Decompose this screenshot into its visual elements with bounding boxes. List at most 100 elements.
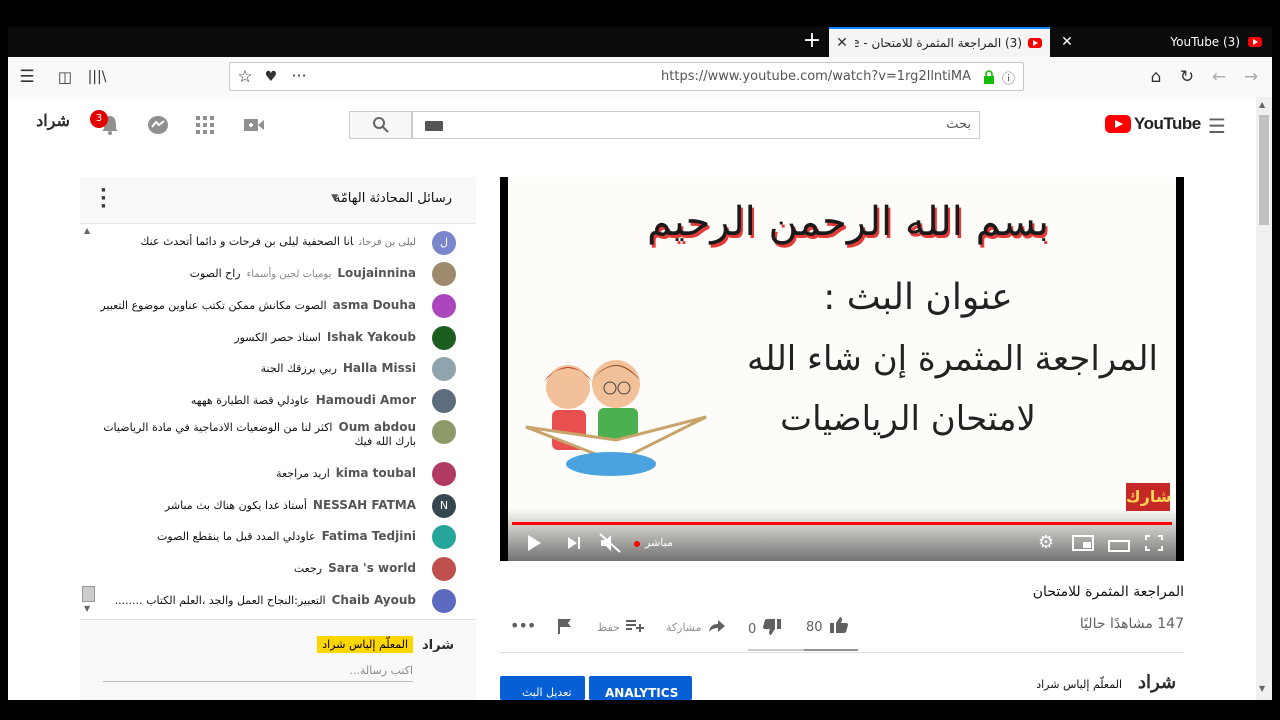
chat-author[interactable]: kima toubal: [336, 466, 416, 480]
create-video-icon[interactable]: [243, 116, 265, 138]
reload-icon[interactable]: ↻: [1176, 67, 1198, 87]
lock-icon[interactable]: [983, 69, 995, 84]
page-actions-icon[interactable]: ···: [288, 66, 310, 86]
channel-logo[interactable]: شراد: [1138, 672, 1176, 693]
youtube-logo[interactable]: YouTube: [1105, 114, 1201, 134]
share-button[interactable]: مشاركة: [666, 618, 726, 637]
analytics-button[interactable]: ANALYTICS: [589, 676, 692, 700]
info-icon[interactable]: ⓘ: [1002, 68, 1015, 87]
chat-author[interactable]: asma Douha: [333, 298, 416, 312]
slide-basmala: بسم الله الرحمن الرحيم: [646, 199, 1050, 245]
chat-avatar[interactable]: [432, 357, 456, 381]
chat-message[interactable]: Halla Missi ربي يرزقك الجنة: [96, 357, 456, 381]
chat-avatar[interactable]: [432, 262, 456, 286]
sidebar-icon[interactable]: ◫: [54, 67, 76, 87]
live-label[interactable]: مباشر: [645, 536, 673, 549]
chat-message[interactable]: asma Douha الصوت مكانش ممكن تكتب عناوين م…: [96, 294, 456, 318]
chat-message-input[interactable]: اكتب رسالة...: [103, 664, 413, 682]
chat-avatar[interactable]: [432, 589, 456, 613]
library-icon[interactable]: |||\: [86, 67, 108, 87]
chat-avatar[interactable]: ل: [432, 231, 456, 255]
chat-message[interactable]: kima toubal اريد مراجعة: [96, 462, 456, 486]
search-button[interactable]: [349, 111, 412, 139]
mute-icon[interactable]: [599, 533, 621, 557]
chat-author[interactable]: ليلى بن فرحات: [359, 237, 416, 248]
play-icon[interactable]: [526, 534, 542, 556]
chat-author[interactable]: Chaib Ayoub: [332, 593, 416, 607]
scroll-down-icon[interactable]: ▼: [1259, 684, 1265, 693]
chat-author[interactable]: Halla Missi: [343, 361, 416, 375]
url-text[interactable]: https://www.youtube.com/watch?v=1rg2llnt…: [661, 69, 971, 84]
scrollbar-thumb[interactable]: [1259, 115, 1269, 225]
chat-avatar[interactable]: [432, 557, 456, 581]
scroll-down-icon[interactable]: ▼: [84, 604, 90, 613]
chat-author[interactable]: Fatima Tedjini: [322, 529, 416, 543]
chat-avatar[interactable]: [432, 326, 456, 350]
chat-message[interactable]: Fatima Tedjini عاودلي المدد قبل ما ينقطع …: [96, 525, 456, 549]
chat-scroll-thumb[interactable]: [82, 586, 95, 602]
forward-icon[interactable]: →: [1240, 67, 1262, 87]
new-tab-button[interactable]: +: [800, 28, 824, 54]
like-button[interactable]: 80: [806, 616, 849, 638]
more-options-icon[interactable]: · · ·: [100, 182, 107, 216]
add-to-playlist-icon: [625, 618, 644, 637]
apps-grid-icon[interactable]: [196, 116, 214, 138]
chat-avatar[interactable]: [432, 420, 456, 444]
search-input[interactable]: بحث: [412, 111, 980, 139]
save-label: حفظ: [597, 621, 620, 634]
chat-avatar[interactable]: N: [432, 494, 456, 518]
video-frame[interactable]: بسم الله الرحمن الرحيم عنوان البث : المر…: [508, 177, 1176, 561]
chat-message[interactable]: Oum abdouاكثر لنا من الوضعيات الادماجية …: [96, 420, 456, 449]
chat-message-text: التعبير:النجاح العمل والجد ،العلم الكتاب…: [114, 594, 326, 607]
chat-message[interactable]: N NESSAH FATMA أستاذ غدا يكون هناك بث مباش…: [96, 494, 456, 518]
menu-icon[interactable]: ☰: [16, 67, 38, 87]
chat-author[interactable]: Ishak Yakoub: [327, 330, 416, 344]
theater-mode-icon[interactable]: [1108, 537, 1130, 556]
tab-active[interactable]: ✕ (3) المراجعة المثمرة للامتحان - Tube: [829, 27, 1050, 57]
chat-message[interactable]: Hamoudi Amor عاودلي قصة الطيارة هههه: [96, 389, 456, 413]
keyboard-icon[interactable]: [425, 121, 443, 131]
channel-avatar[interactable]: شراد: [35, 111, 71, 139]
chat-author[interactable]: NESSAH FATMA: [313, 498, 416, 512]
flag-icon[interactable]: [557, 618, 573, 638]
chat-message[interactable]: Loujainnina يوميات لجين وأسماء راح الصوت: [96, 262, 456, 286]
fullscreen-icon[interactable]: [1145, 535, 1163, 555]
dislike-button[interactable]: 0: [748, 618, 782, 640]
pocket-icon[interactable]: ♥: [260, 67, 282, 87]
chat-title[interactable]: رسائل المحادثة الهامّة: [334, 191, 452, 206]
chat-message[interactable]: Ishak Yakoub استاذ حصر الكسور: [96, 326, 456, 350]
save-button[interactable]: حفظ: [597, 618, 644, 637]
bookmark-star-icon[interactable]: ☆: [234, 67, 256, 87]
back-icon[interactable]: ←: [1208, 67, 1230, 87]
edit-stream-button[interactable]: تعديل البث: [500, 676, 585, 700]
tab-inactive[interactable]: ✕ YouTube (3): [1050, 27, 1272, 57]
chat-message[interactable]: ل ليلى بن فرحات انا الصحفية ليلى بن فرحات …: [96, 231, 456, 255]
video-progress-bar[interactable]: [512, 522, 1172, 525]
settings-gear-icon[interactable]: ⚙: [1038, 532, 1054, 553]
dropdown-arrow-icon[interactable]: ▼: [331, 193, 338, 203]
chat-message[interactable]: Chaib Ayoub التعبير:النجاح العمل والجد ،ا…: [96, 589, 456, 613]
chat-avatar[interactable]: [432, 294, 456, 318]
home-icon[interactable]: ⌂: [1145, 67, 1167, 87]
close-icon[interactable]: ✕: [829, 35, 855, 51]
scroll-up-icon[interactable]: ▲: [84, 226, 90, 235]
messages-icon[interactable]: [147, 115, 169, 139]
next-icon[interactable]: [566, 535, 582, 555]
chat-author[interactable]: Oum abdou: [339, 420, 417, 434]
url-bar[interactable]: ☆ ♥ ··· https://www.youtube.com/watch?v=…: [229, 62, 1024, 91]
chat-message[interactable]: Sara 's world رجعت: [96, 557, 456, 581]
more-actions-icon[interactable]: •••: [510, 616, 536, 635]
live-dot-icon: [634, 541, 640, 547]
chat-author[interactable]: Loujainnina: [337, 266, 416, 280]
chat-author[interactable]: Hamoudi Amor: [316, 393, 416, 407]
close-icon[interactable]: ✕: [1050, 34, 1084, 50]
chat-avatar[interactable]: [432, 389, 456, 413]
chat-avatar[interactable]: [432, 462, 456, 486]
hamburger-menu-icon[interactable]: ☰: [1208, 114, 1226, 138]
channel-name[interactable]: المعلّم إلياس شراد: [1000, 678, 1122, 691]
scroll-up-icon[interactable]: ▲: [1259, 100, 1265, 109]
chat-author[interactable]: Sara 's world: [328, 561, 416, 575]
miniplayer-icon[interactable]: [1072, 535, 1094, 555]
chat-scrollbar[interactable]: ▲ ▼: [82, 226, 95, 616]
chat-avatar[interactable]: [432, 525, 456, 549]
